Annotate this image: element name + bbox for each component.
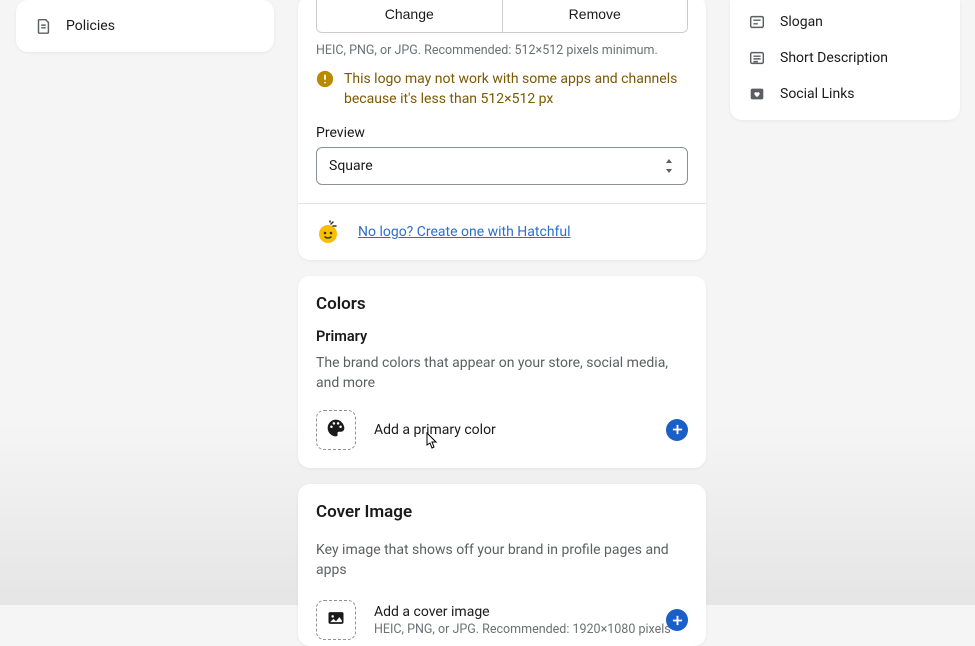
right-item-slogan[interactable]: Slogan (730, 4, 960, 40)
remove-button[interactable]: Remove (503, 0, 688, 32)
add-cover-image-row[interactable]: Add a cover image HEIC, PNG, or JPG. Rec… (316, 600, 688, 640)
cover-image-card: Cover Image Key image that shows off you… (298, 484, 706, 646)
change-button[interactable]: Change (317, 0, 503, 32)
text-lines-icon (748, 49, 766, 67)
right-item-social-links[interactable]: Social Links (730, 76, 960, 112)
palette-icon (326, 418, 346, 442)
colors-desc: The brand colors that appear on your sto… (316, 353, 688, 394)
right-item-label: Short Description (780, 50, 888, 66)
right-nav: Slogan Short Description (730, 0, 960, 120)
image-placeholder (316, 600, 356, 640)
cover-desc: Key image that shows off your brand in p… (316, 540, 688, 581)
warning-icon (316, 70, 334, 88)
add-cover-label: Add a cover image (374, 604, 671, 620)
add-primary-color-label: Add a primary color (374, 422, 496, 438)
logo-warning: This logo may not work with some apps an… (316, 70, 688, 109)
add-primary-color-button[interactable] (666, 419, 688, 441)
settings-nav: Policies (16, 0, 274, 52)
colors-subhead: Primary (316, 328, 688, 345)
select-caret-icon (663, 157, 677, 175)
heart-tag-icon (748, 85, 766, 103)
hatchful-row: No logo? Create one with Hatchful (298, 203, 706, 260)
add-primary-color-row[interactable]: Add a primary color (316, 410, 688, 450)
preview-label: Preview (316, 125, 688, 141)
cover-title: Cover Image (316, 502, 688, 522)
colors-card: Colors Primary The brand colors that app… (298, 276, 706, 468)
hatchful-link[interactable]: No logo? Create one with Hatchful (358, 224, 571, 240)
logo-hint: HEIC, PNG, or JPG. Recommended: 512×512 … (316, 43, 688, 58)
preview-select[interactable]: Square (316, 147, 688, 185)
text-icon (748, 13, 766, 31)
logo-button-row: Change Remove (316, 0, 688, 33)
hatchful-icon (316, 220, 340, 244)
colors-title: Colors (316, 294, 688, 314)
policies-icon (34, 17, 52, 35)
right-item-label: Social Links (780, 86, 855, 102)
nav-item-label: Policies (66, 18, 115, 34)
right-item-label: Slogan (780, 14, 823, 30)
right-item-short-description[interactable]: Short Description (730, 40, 960, 76)
image-icon (326, 608, 346, 632)
warning-text: This logo may not work with some apps an… (344, 70, 688, 109)
preview-value: Square (329, 158, 373, 174)
palette-placeholder (316, 410, 356, 450)
logo-card: Change Remove HEIC, PNG, or JPG. Recomme… (298, 0, 706, 260)
nav-item-policies[interactable]: Policies (16, 8, 274, 44)
add-cover-button[interactable] (666, 609, 688, 631)
add-cover-hint: HEIC, PNG, or JPG. Recommended: 1920×108… (374, 622, 671, 637)
